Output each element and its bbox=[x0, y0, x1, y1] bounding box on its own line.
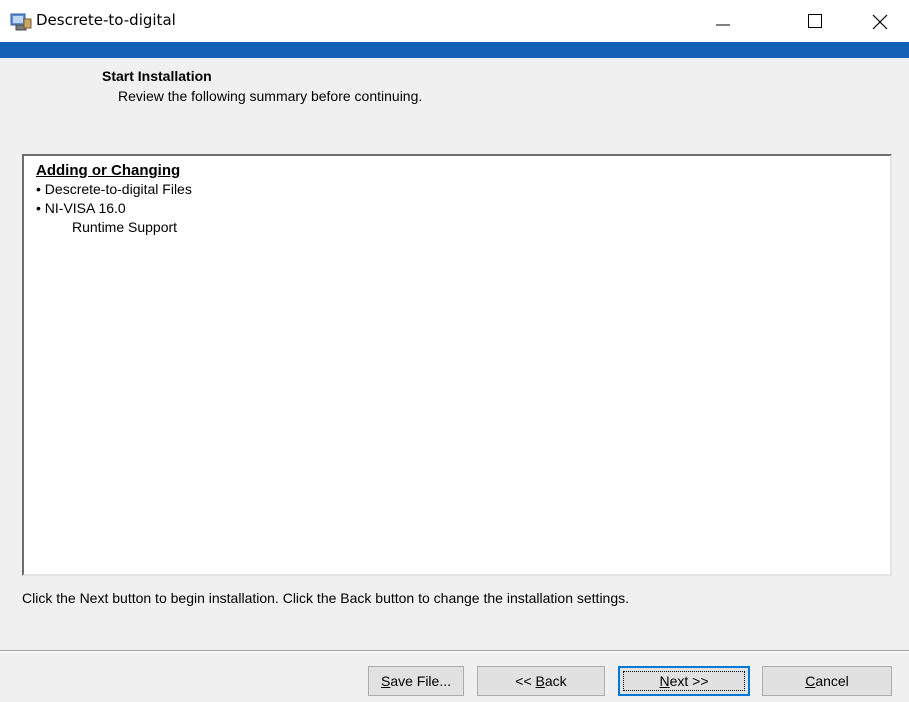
maximize-button[interactable] bbox=[792, 0, 838, 42]
back-button[interactable]: << Back bbox=[477, 666, 605, 696]
summary-heading: Adding or Changing bbox=[36, 162, 181, 179]
back-mnemonic: B bbox=[535, 673, 545, 689]
footer-separator bbox=[0, 650, 909, 652]
summary-content: Adding or Changing • Descrete-to-digital… bbox=[36, 162, 192, 237]
cancel-mnemonic: C bbox=[805, 673, 816, 689]
save-mnemonic: S bbox=[380, 673, 391, 689]
installer-icon bbox=[10, 11, 32, 31]
next-button[interactable]: Next >> bbox=[618, 666, 750, 696]
page-subtitle: Review the following summary before cont… bbox=[118, 88, 423, 104]
wizard-header: Start Installation Review the following … bbox=[0, 58, 909, 135]
summary-textbox[interactable]: Adding or Changing • Descrete-to-digital… bbox=[22, 154, 892, 576]
cancel-button[interactable]: Cancel bbox=[762, 666, 892, 696]
back-label: ack bbox=[544, 673, 567, 689]
close-button[interactable] bbox=[856, 0, 902, 42]
page-title: Start Installation bbox=[102, 68, 212, 84]
title-bar: Descrete-to-digital bbox=[0, 0, 909, 42]
summary-item: • Descrete-to-digital Files bbox=[36, 181, 192, 197]
save-file-button[interactable]: Save File... bbox=[368, 666, 464, 696]
summary-subitem: Runtime Support bbox=[72, 219, 178, 235]
minimize-icon bbox=[716, 24, 730, 26]
instruction-text: Click the Next button to begin installat… bbox=[22, 590, 630, 606]
summary-item: • NI-VISA 16.0 bbox=[36, 200, 126, 216]
maximize-icon bbox=[808, 14, 822, 28]
accent-bar bbox=[0, 42, 909, 58]
close-icon bbox=[872, 14, 888, 30]
window-title: Descrete-to-digital bbox=[36, 11, 176, 29]
cancel-label: ancel bbox=[815, 673, 849, 689]
focus-rectangle bbox=[623, 671, 745, 691]
back-prefix: << bbox=[515, 673, 536, 689]
save-label: ave File... bbox=[390, 673, 452, 689]
minimize-button[interactable] bbox=[700, 0, 746, 42]
